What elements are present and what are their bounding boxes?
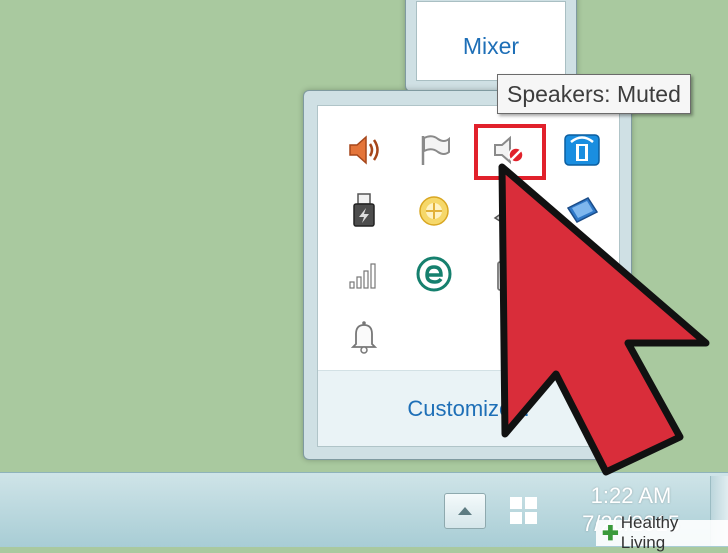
clipboard-icon[interactable] [489, 254, 529, 294]
notification-area-overflow: Customize... [303, 90, 632, 460]
usb-drive-icon[interactable] [489, 190, 529, 230]
chevron-up-icon [458, 507, 472, 515]
muted-icon-highlight [474, 124, 546, 180]
show-hidden-icons-button[interactable] [444, 493, 486, 529]
brand-watermark: ✚ Healthy Living [596, 513, 728, 552]
brand-text: Healthy Living [620, 513, 679, 552]
speaker-status-tooltip: Speakers: Muted [497, 74, 691, 114]
network-adapter-icon[interactable] [562, 130, 602, 170]
eset-antivirus-icon[interactable] [414, 254, 454, 294]
action-center-flag-icon[interactable] [414, 130, 454, 170]
mixer-panel[interactable]: Mixer [416, 1, 566, 81]
tray-icon-panel: Customize... [317, 105, 620, 447]
display-monitor-icon[interactable] [562, 190, 602, 230]
volume-speaker-icon[interactable] [344, 130, 384, 170]
usb-device-icon[interactable] [344, 190, 384, 230]
mixer-link[interactable]: Mixer [463, 33, 519, 60]
notification-bell-icon[interactable] [344, 316, 384, 356]
sun-status-icon[interactable] [414, 190, 454, 230]
signal-bars-icon[interactable] [344, 254, 384, 294]
network-status-icon[interactable] [506, 493, 542, 529]
customize-link[interactable]: Customize... [407, 396, 529, 422]
customize-footer: Customize... [318, 370, 619, 446]
plus-icon: ✚ [602, 522, 619, 545]
clock-time: 1:22 AM [590, 483, 672, 508]
